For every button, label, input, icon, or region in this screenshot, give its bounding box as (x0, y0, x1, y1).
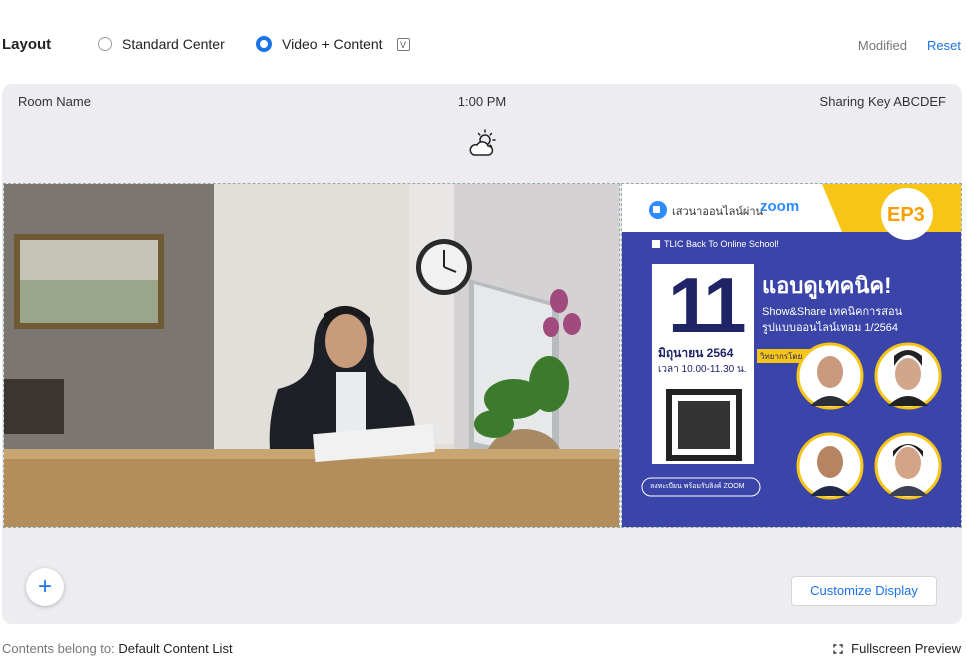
poster-month: มิถุนายน 2564 (658, 346, 734, 360)
poster-time: เวลา 10.00-11.30 น. (658, 364, 747, 375)
clock-time: 1:00 PM (457, 94, 507, 109)
content-slide: เสวนาออนไลน์ผ่าน zoom EP3 TLIC Back To O… (621, 183, 962, 528)
poster-brand: เสวนาออนไลน์ผ่าน (672, 206, 764, 218)
reset-link[interactable]: Reset (927, 38, 961, 53)
radio-label: Video + Content (282, 36, 383, 52)
contents-source: Contents belong to: Default Content List (2, 641, 233, 656)
poster-subtitle-2: รูปแบบออนไลน์เทอม 1/2564 (762, 322, 899, 334)
radio-video-content[interactable]: Video + Content V (256, 36, 410, 52)
poster-register: ลงทะเบียน พร้อมรับลิงค์ ZOOM (650, 483, 745, 490)
zoom-logo-text: zoom (760, 198, 800, 215)
contents-list-link[interactable]: Default Content List (118, 641, 232, 656)
sharing-key: Sharing Key ABCDEF (819, 94, 946, 109)
room-name: Room Name (18, 94, 91, 109)
radio-circle-checked[interactable] (256, 36, 272, 52)
layout-bar: Layout Standard Center Video + Content V… (0, 30, 967, 62)
poster-checkbox-text: TLIC Back To Online School! (664, 239, 779, 249)
layout-variant-icon[interactable]: V (396, 37, 410, 51)
video-feed (3, 183, 620, 528)
add-button[interactable]: + (26, 568, 64, 606)
video-frame-image (4, 184, 619, 527)
display-preview: 1:00 PM Room Name Sharing Key ABCDEF เสว… (2, 84, 962, 624)
contents-prefix: Contents belong to: (2, 641, 115, 656)
poster-episode: EP3 (887, 204, 925, 226)
layout-label: Layout (2, 36, 52, 53)
radio-standard-center[interactable]: Standard Center (98, 36, 225, 52)
radio-label: Standard Center (122, 36, 225, 52)
radio-circle[interactable] (98, 37, 112, 51)
poster-day: 11 (668, 261, 746, 349)
cloud-sun-icon (469, 129, 496, 156)
poster-title: แอบดูเทคนิค! (762, 273, 892, 298)
modified-label: Modified (857, 38, 907, 53)
poster-speakers-label: วิทยากรโดย (760, 352, 803, 361)
fullscreen-icon (833, 643, 843, 654)
fullscreen-preview-button[interactable]: Fullscreen Preview (833, 641, 961, 656)
customize-display-button[interactable]: Customize Display (791, 576, 937, 606)
fullscreen-label: Fullscreen Preview (851, 641, 961, 656)
